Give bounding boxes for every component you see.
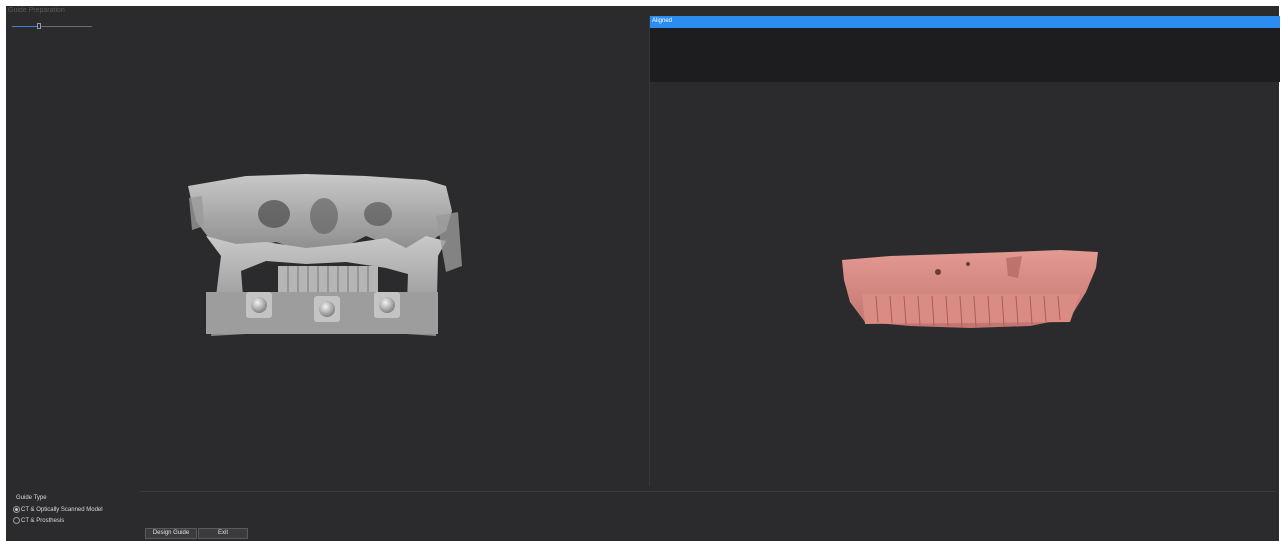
ct-3d-viewport[interactable] bbox=[6, 16, 648, 486]
radio-unselected-icon[interactable] bbox=[13, 517, 20, 524]
exit-button[interactable]: Exit bbox=[198, 528, 248, 539]
aligned-panel-header[interactable]: Aligned bbox=[650, 16, 1280, 28]
window-frame-top bbox=[0, 0, 1282, 6]
dental-scan-render bbox=[842, 250, 1098, 328]
ct-skull-render bbox=[188, 174, 462, 336]
radio-selected-icon[interactable] bbox=[13, 506, 20, 513]
section-divider bbox=[140, 491, 1276, 492]
scan-3d-viewport[interactable] bbox=[650, 82, 1280, 448]
design-guide-button[interactable]: Design Guide bbox=[145, 528, 197, 539]
aligned-panel-toolbar bbox=[650, 28, 1280, 82]
guide-type-label: Guide Type bbox=[16, 495, 47, 501]
guide-type-option-label: CT & Prosthesis bbox=[21, 517, 65, 524]
aligned-panel-title: Aligned bbox=[652, 18, 673, 24]
guide-type-option-label: CT & Optically Scanned Model bbox=[21, 506, 103, 513]
guide-type-option-ct-scanned-model[interactable]: CT & Optically Scanned Model bbox=[13, 505, 103, 514]
window-title: Guide Preparation bbox=[8, 7, 65, 14]
guide-type-option-ct-prosthesis[interactable]: CT & Prosthesis bbox=[13, 516, 64, 525]
aligned-panel: Aligned bbox=[649, 16, 1280, 486]
